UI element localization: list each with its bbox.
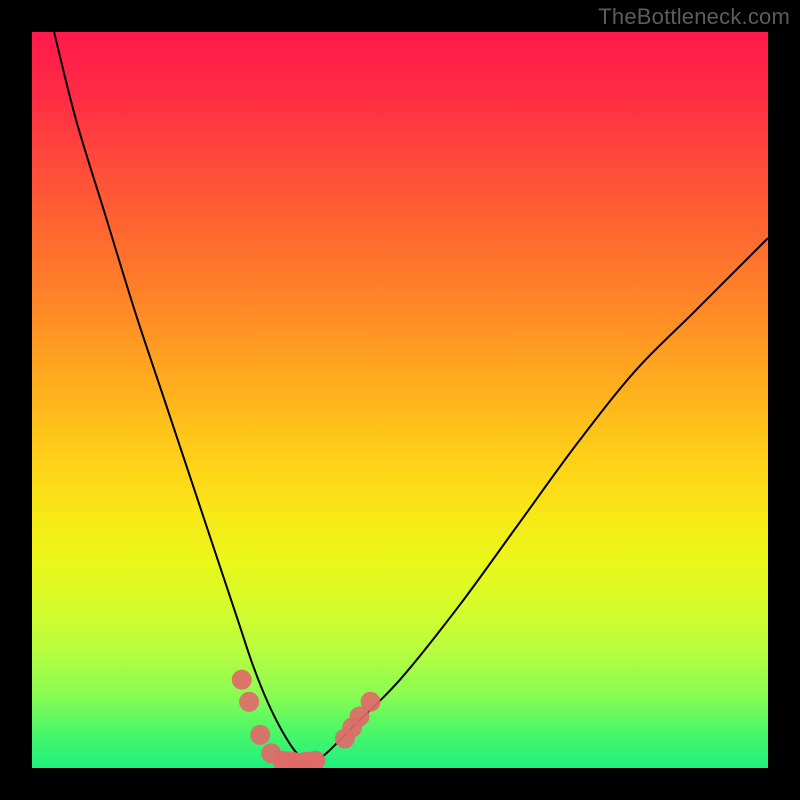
bottleneck-curve-path: [54, 32, 768, 762]
trough-marker-dot: [361, 692, 381, 712]
trough-marker-dot: [250, 725, 270, 745]
plot-area: [32, 32, 768, 768]
bottleneck-curve: [54, 32, 768, 762]
curve-layer: [32, 32, 768, 768]
trough-markers: [232, 670, 381, 768]
chart-frame: TheBottleneck.com: [0, 0, 800, 800]
trough-marker-dot: [239, 692, 259, 712]
trough-marker-dot: [232, 670, 252, 690]
watermark-text: TheBottleneck.com: [598, 4, 790, 30]
